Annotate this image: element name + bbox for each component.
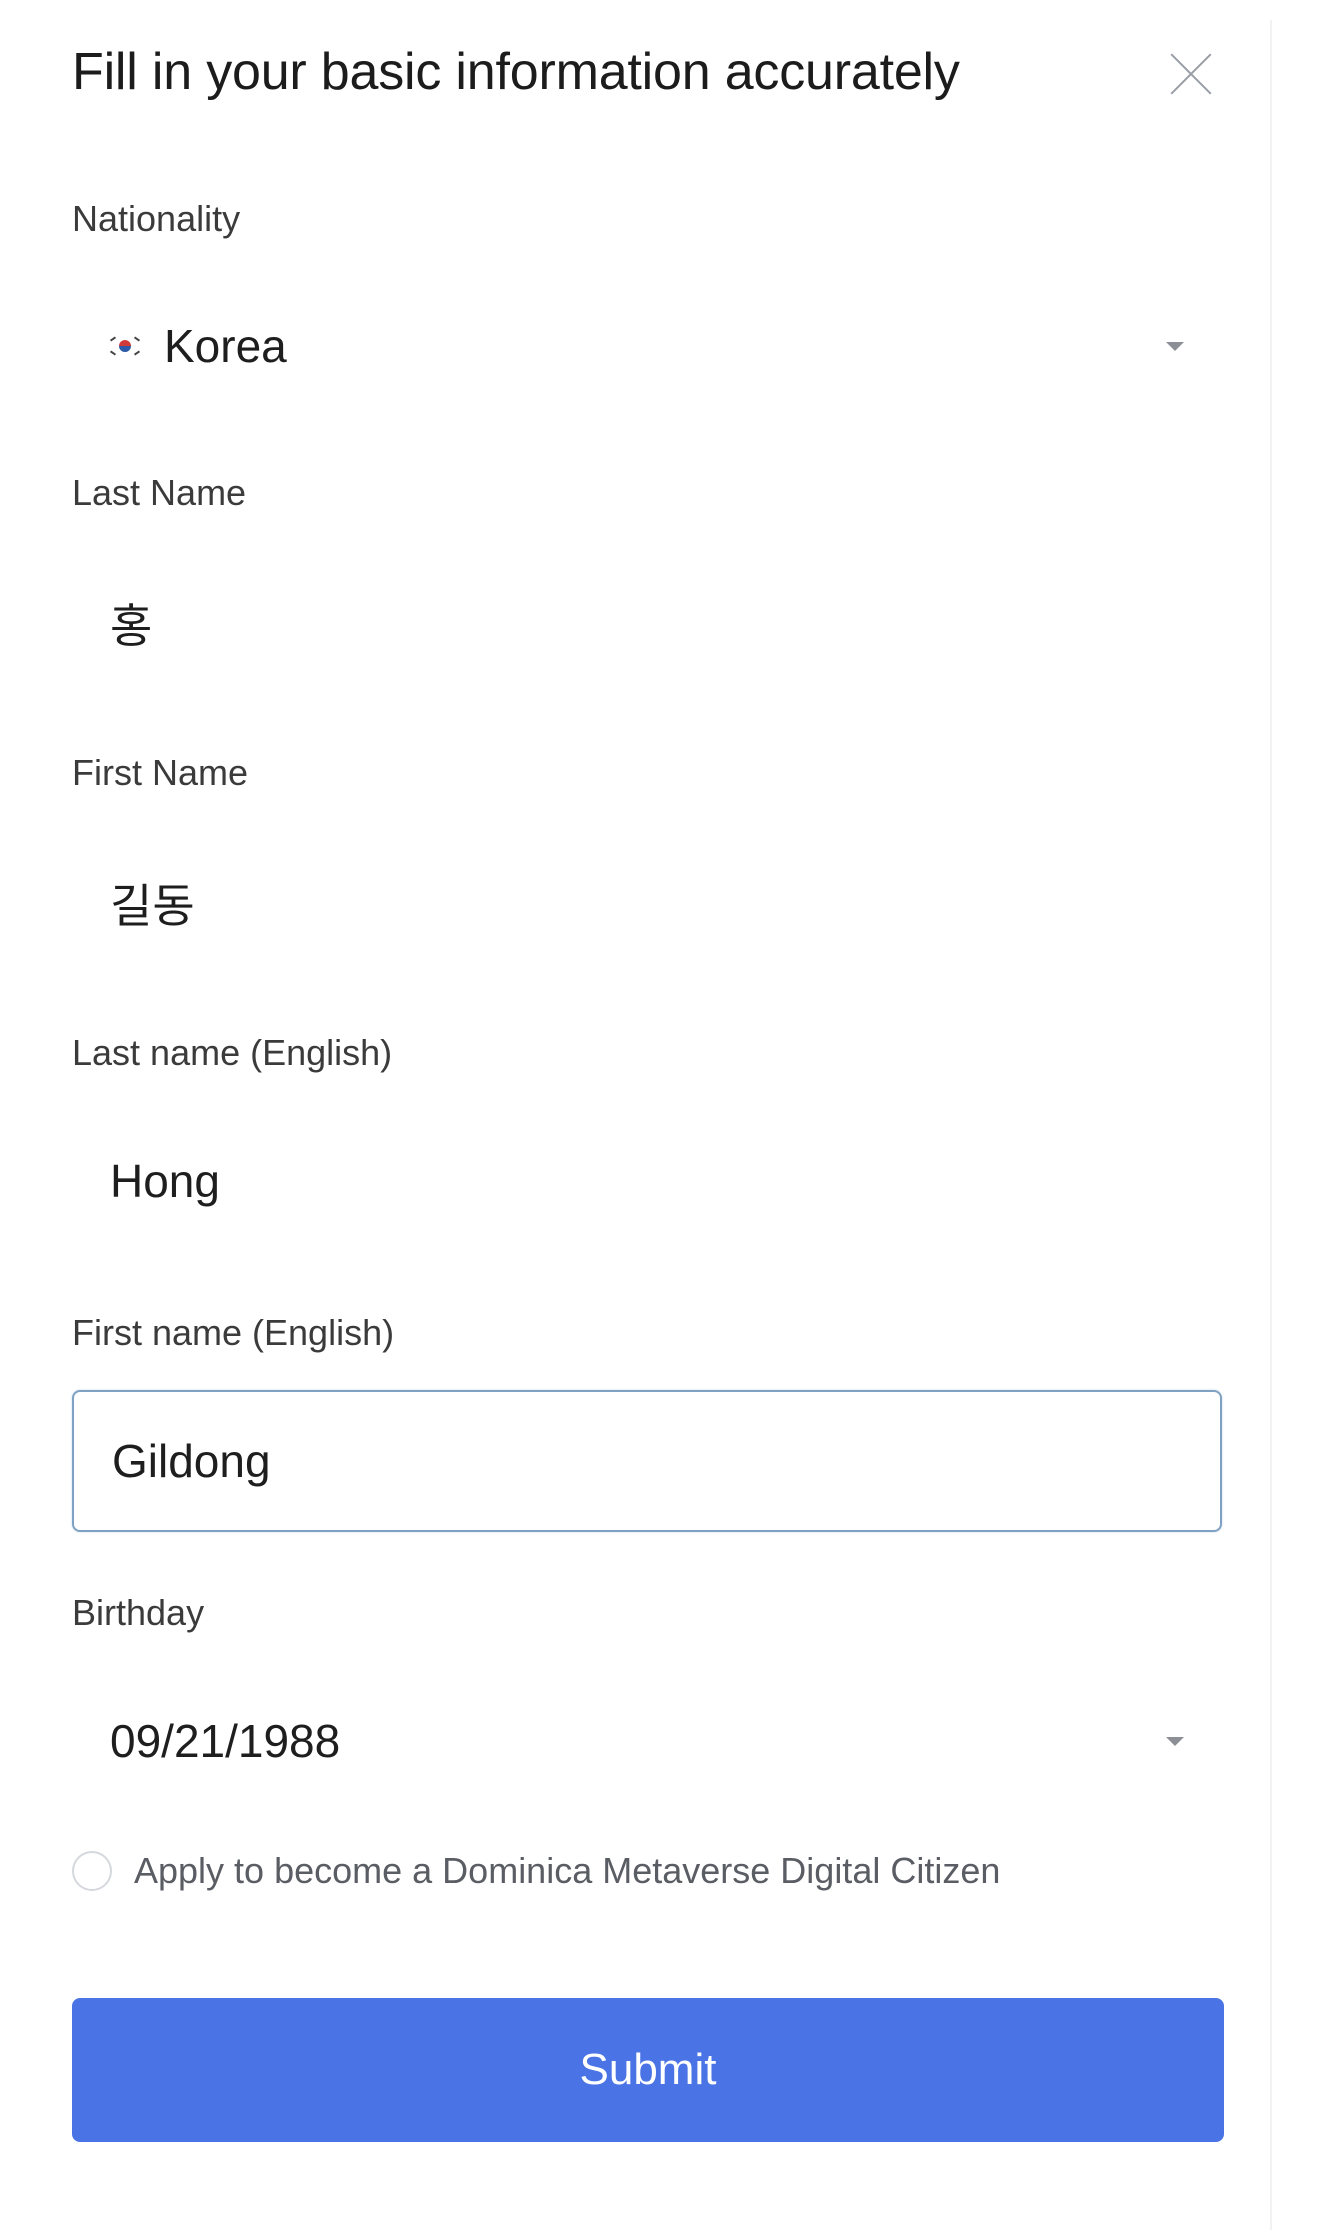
first-name-english-input[interactable]	[112, 1434, 1112, 1488]
birthday-select[interactable]: 09/21/1988	[72, 1670, 1222, 1812]
last-name-english-input[interactable]	[110, 1154, 1110, 1208]
chevron-down-icon[interactable]	[1166, 342, 1184, 351]
nationality-label: Nationality	[72, 198, 241, 239]
last-name-label: Last Name	[72, 472, 247, 513]
last-name-field[interactable]	[72, 552, 1222, 694]
nationality-value-wrap: Korea	[109, 319, 1110, 373]
close-icon[interactable]	[1168, 50, 1214, 96]
radio-unchecked-icon[interactable]	[72, 1851, 112, 1891]
info-dialog: Fill in your basic information accuratel…	[0, 0, 1270, 2238]
submit-button[interactable]: Submit	[72, 1998, 1224, 2142]
first-name-english-field[interactable]	[72, 1390, 1222, 1532]
nationality-select[interactable]: Korea	[72, 275, 1222, 417]
panel-divider	[1270, 20, 1272, 2230]
nationality-value: Korea	[164, 320, 287, 372]
first-name-input[interactable]	[110, 876, 1110, 930]
dialog-title: Fill in your basic information accuratel…	[72, 43, 960, 101]
first-name-label: First Name	[72, 752, 249, 793]
birthday-label: Birthday	[72, 1592, 205, 1633]
citizen-option[interactable]: Apply to become a Dominica Metaverse Dig…	[72, 1850, 1000, 1892]
last-name-english-field[interactable]	[72, 1110, 1222, 1252]
chevron-down-icon[interactable]	[1166, 1737, 1184, 1746]
birthday-value: 09/21/1988	[110, 1715, 341, 1767]
last-name-input[interactable]	[110, 596, 1110, 650]
citizen-option-label: Apply to become a Dominica Metaverse Dig…	[134, 1850, 1001, 1891]
first-name-english-label: First name (English)	[72, 1312, 395, 1353]
south-korea-flag-icon	[109, 335, 141, 357]
last-name-english-label: Last name (English)	[72, 1032, 393, 1073]
first-name-field[interactable]	[72, 832, 1222, 974]
